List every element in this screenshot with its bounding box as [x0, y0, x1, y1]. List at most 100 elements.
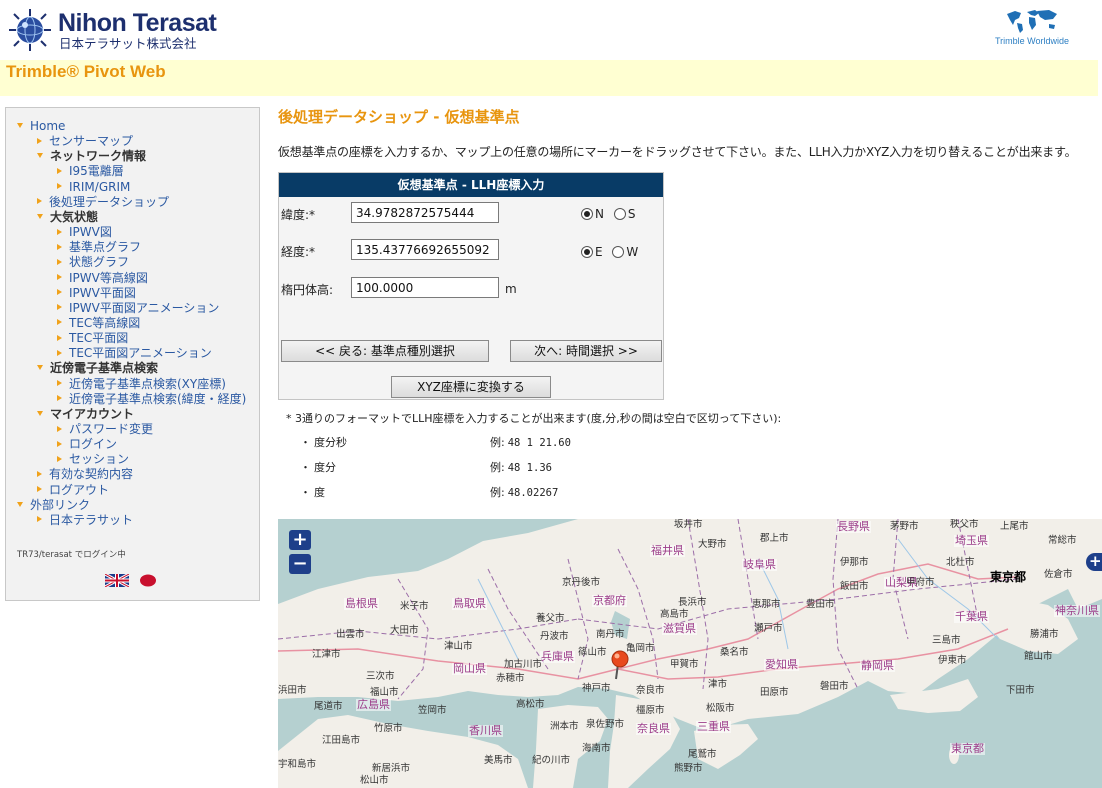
expand-arrow-icon[interactable] [37, 365, 43, 371]
radio-s-button[interactable] [613, 208, 626, 220]
radio-option-e[interactable]: E [581, 245, 603, 259]
collapse-arrow-icon[interactable] [37, 516, 42, 523]
sidebar-item[interactable]: センサーマップ [37, 134, 133, 149]
sidebar-item[interactable]: TEC平面図アニメーション [57, 346, 212, 361]
map-label: 豊田市 [806, 599, 835, 610]
sidebar-item[interactable]: 日本テラサット [37, 513, 133, 528]
sidebar-item[interactable]: マイアカウント [37, 407, 134, 422]
location-marker-icon[interactable] [610, 650, 630, 680]
sidebar-item[interactable]: 外部リンク [17, 498, 90, 513]
sidebar-item[interactable]: ログイン [57, 437, 117, 452]
page-title: 後処理データショップ - 仮想基準点 [278, 108, 520, 126]
radio-option-n[interactable]: N [581, 207, 604, 221]
map-view[interactable]: 福井県 岐阜県 長野県 埼玉県 島根県 鳥取県 京都府 滋賀県 山梨県 千葉県 … [278, 519, 1102, 788]
map-label: 恵那市 [752, 599, 781, 610]
app-title: Trimble® Pivot Web [6, 62, 166, 81]
sidebar-item[interactable]: 近傍電子基準点検索(XY座標) [57, 377, 226, 392]
expand-arrow-icon[interactable] [37, 410, 43, 416]
radio-w-button[interactable] [612, 246, 625, 258]
collapse-arrow-icon[interactable] [57, 258, 62, 265]
sidebar-item[interactable]: 近傍電子基準点検索(緯度・経度) [57, 392, 246, 407]
map-label: 静岡県 [860, 659, 895, 672]
convert-xyz-button[interactable]: XYZ座標に変換する [391, 376, 551, 398]
lon-hemisphere-radio: E W [581, 245, 644, 259]
expand-arrow-icon[interactable] [37, 153, 43, 159]
collapse-arrow-icon[interactable] [37, 198, 42, 205]
height-unit: m [505, 282, 517, 296]
radio-n-button[interactable] [581, 208, 593, 220]
collapse-arrow-icon[interactable] [57, 319, 62, 326]
sidebar-item-label: TEC平面図 [69, 331, 129, 346]
collapse-arrow-icon[interactable] [57, 274, 62, 280]
radio-option-s[interactable]: S [613, 207, 635, 221]
sidebar-item[interactable]: パスワード変更 [57, 422, 153, 437]
sidebar-item[interactable]: TEC等高線図 [57, 316, 140, 331]
nihon-terasat-logo[interactable]: Nihon Terasat 日本テラサット株式会社 [6, 6, 217, 54]
sidebar-item[interactable]: ログアウト [37, 483, 109, 498]
height-input[interactable] [351, 277, 499, 298]
collapse-arrow-icon[interactable] [57, 455, 62, 462]
longitude-input[interactable] [351, 239, 499, 260]
collapse-arrow-icon[interactable] [57, 349, 62, 356]
map-label: 福山市 [370, 687, 399, 698]
collapse-arrow-icon[interactable] [57, 183, 62, 190]
collapse-arrow-icon[interactable] [57, 425, 62, 432]
sidebar-item[interactable]: I95電離層 [57, 164, 124, 179]
map-label: 熊野市 [674, 763, 703, 774]
expand-arrow-icon[interactable] [37, 213, 43, 219]
collapse-arrow-icon[interactable] [57, 228, 62, 235]
collapse-arrow-icon[interactable] [57, 380, 62, 387]
sidebar-item-label: マイアカウント [50, 406, 135, 421]
collapse-arrow-icon[interactable] [37, 137, 42, 144]
pan-button[interactable]: + [1086, 553, 1102, 571]
radio-e-button[interactable] [581, 246, 593, 258]
app-banner: Trimble® Pivot Web [0, 60, 1098, 96]
sidebar-item[interactable]: IRIM/GRIM [57, 180, 130, 195]
sidebar-item-label: 近傍電子基準点検索(XY座標) [69, 376, 226, 391]
collapse-arrow-icon[interactable] [37, 486, 42, 493]
zoom-in-button[interactable]: + [289, 530, 311, 550]
radio-option-w[interactable]: W [612, 245, 638, 259]
japan-flag-icon[interactable] [139, 574, 157, 587]
sidebar-item[interactable]: TEC平面図 [57, 331, 128, 346]
collapse-arrow-icon[interactable] [57, 304, 62, 311]
sidebar-item[interactable]: ネットワーク情報 [37, 149, 146, 164]
sidebar-item[interactable]: 後処理データショップ [37, 195, 169, 210]
sidebar-item-label: IPWV等高線図 [69, 270, 148, 285]
collapse-arrow-icon[interactable] [57, 243, 62, 250]
map-label: 橿原市 [636, 705, 665, 716]
collapse-arrow-icon[interactable] [57, 440, 62, 447]
zoom-out-button[interactable]: − [289, 554, 311, 574]
map-label: 加古川市 [504, 659, 543, 670]
next-button[interactable]: 次へ: 時間選択 >> [510, 340, 662, 362]
sidebar-item-label: IRIM/GRIM [69, 179, 131, 194]
sidebar-item[interactable]: 状態グラフ [57, 255, 129, 270]
trimble-worldwide-label[interactable]: Trimble Worldwide [990, 36, 1074, 46]
trimble-worldwide-link[interactable]: Trimble Worldwide [990, 8, 1074, 54]
sidebar-item[interactable]: 有効な契約内容 [37, 467, 133, 482]
map-label: 三島市 [932, 635, 961, 646]
collapse-arrow-icon[interactable] [57, 289, 62, 296]
collapse-arrow-icon[interactable] [37, 470, 42, 477]
sidebar-item[interactable]: 基準点グラフ [57, 240, 141, 255]
back-button[interactable]: << 戻る: 基準点種別選択 [281, 340, 489, 362]
sidebar-item[interactable]: 大気状態 [37, 210, 98, 225]
sidebar-item[interactable]: Home [17, 119, 65, 134]
sidebar-item[interactable]: IPWV平面図 [57, 286, 136, 301]
latitude-input[interactable] [351, 202, 499, 223]
map-label: 岐阜県 [742, 558, 777, 571]
uk-flag-icon[interactable] [105, 574, 129, 587]
expand-arrow-icon[interactable] [17, 501, 23, 507]
collapse-arrow-icon[interactable] [57, 167, 62, 174]
map-label: 尾鷲市 [688, 749, 717, 760]
collapse-arrow-icon[interactable] [57, 334, 62, 341]
expand-arrow-icon[interactable] [17, 123, 23, 128]
sidebar-item[interactable]: セッション [57, 452, 129, 467]
sidebar-item[interactable]: IPWV等高線図 [57, 271, 148, 286]
collapse-arrow-icon[interactable] [57, 395, 62, 402]
sidebar-item[interactable]: IPWV図 [57, 225, 112, 240]
map-label: 上尾市 [1000, 521, 1029, 532]
map-label: 香川県 [468, 724, 503, 737]
sidebar-item[interactable]: IPWV平面図アニメーション [57, 301, 219, 316]
sidebar-item[interactable]: 近傍電子基準点検索 [37, 361, 158, 376]
